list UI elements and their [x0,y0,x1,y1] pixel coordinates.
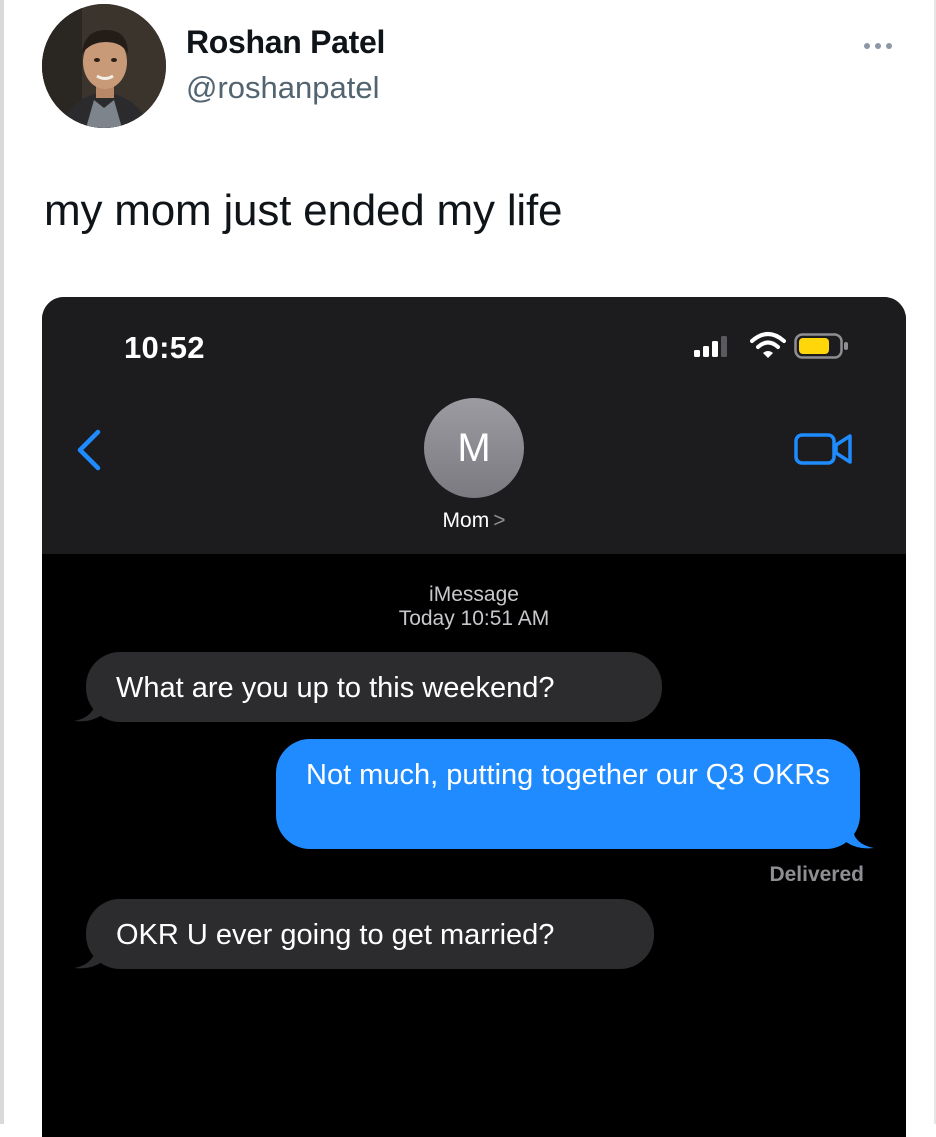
user-handle[interactable]: @roshanpatel [186,70,379,106]
profile-avatar[interactable] [42,4,166,128]
wifi-icon [750,332,786,358]
contact-name: Mom [442,509,490,532]
status-bar-time: 10:52 [124,330,205,365]
battery-icon [794,333,848,359]
more-horizontal-icon[interactable] [864,36,904,52]
contact-name-link[interactable]: Mom > [42,509,906,533]
message-bubble-incoming[interactable]: What are you up to this weekend? [86,652,662,722]
tweet-text: my mom just ended my life [44,186,563,235]
message-bubble-outgoing[interactable]: Not much, putting together our Q3 OKRs [276,739,860,849]
chevron-left-icon[interactable] [74,429,104,471]
display-name[interactable]: Roshan Patel [186,24,385,61]
facetime-video-icon[interactable] [794,431,854,467]
page-border-left [0,0,4,1124]
delivery-status: Delivered [769,863,864,886]
message-screenshot: 10:52 M Mom > iMessage Today 10:51 AM Wha… [42,297,906,1137]
signal-icon [694,336,727,357]
message-bubble-incoming[interactable]: OKR U ever going to get married? [86,899,654,969]
chevron-right-icon: > [493,509,506,532]
profile-photo [42,4,166,128]
conversation-timestamp: Today 10:51 AM [398,607,550,630]
contact-avatar[interactable]: M [424,398,524,498]
service-label: iMessage [429,583,519,606]
